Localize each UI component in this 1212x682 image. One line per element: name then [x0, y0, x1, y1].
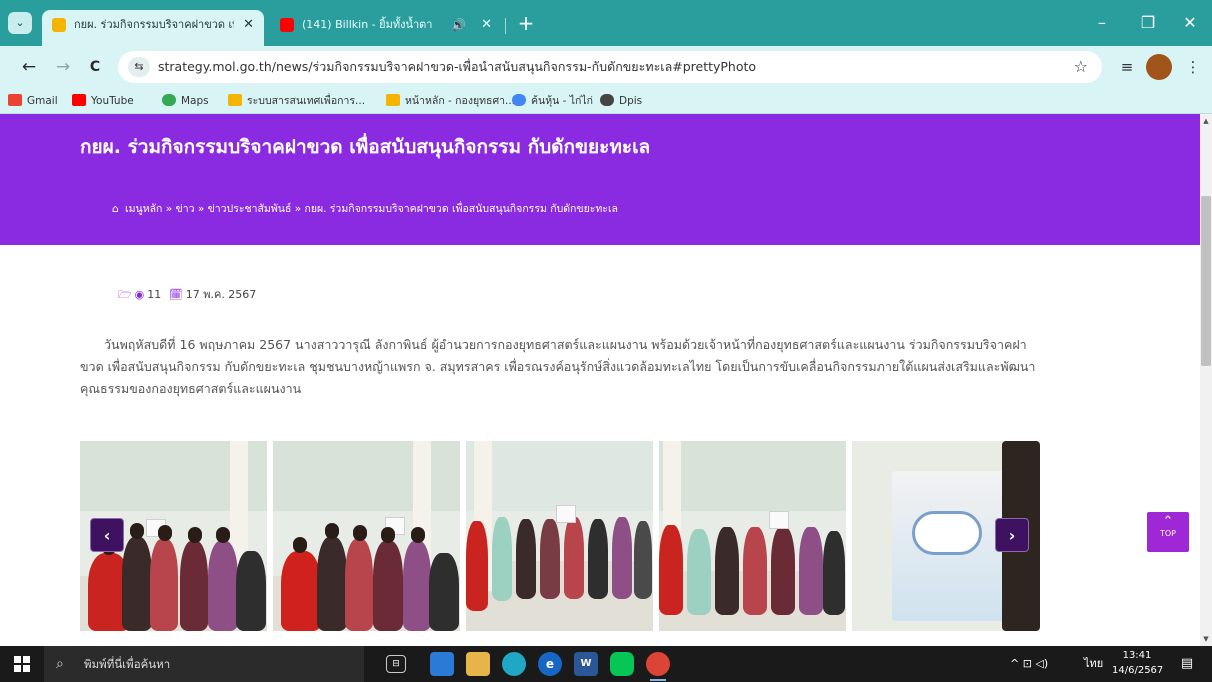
bookmark-maps[interactable]: Maps	[162, 88, 209, 114]
scroll-down-arrow[interactable]: ▼	[1200, 632, 1212, 646]
taskbar-search-box[interactable]: ⌕ พิมพ์ที่นี่เพื่อค้นหา	[44, 646, 364, 682]
breadcrumb: ⌂ เมนูหลัก » ข่าว » ข่าวประชาสัมพันธ์ » …	[112, 200, 618, 217]
back-button[interactable]: ←	[16, 54, 42, 80]
tab-youtube[interactable]: (141) Billkin - ยิ้มทั้งน้ำตา (Alo 🔊 ✕	[270, 10, 502, 40]
chrome-icon[interactable]	[646, 652, 670, 681]
site-icon	[386, 94, 400, 106]
scroll-up-arrow[interactable]: ▲	[1200, 114, 1212, 128]
view-count: 11	[147, 288, 162, 301]
page-title: กยผ. ร่วมกิจกรรมบริจาคฝาขวด เพื่อสนับสนุ…	[80, 136, 651, 158]
internet-explorer-icon[interactable]: e	[538, 652, 562, 676]
chevron-up-icon: ⌃	[1162, 514, 1174, 529]
browser-tab-bar: ⌄ กยผ. ร่วมกิจกรรมบริจาคฝาขวด เพื่อ ✕ (1…	[0, 0, 1212, 46]
maps-icon	[162, 94, 176, 106]
post-meta: 🗁 ◉ 11 🗓 17 พ.ค. 2567	[118, 285, 256, 305]
bookmark-dpis[interactable]: Dpis	[600, 88, 642, 114]
taskbar-search-placeholder: พิมพ์ที่นี่เพื่อค้นหา	[84, 657, 171, 671]
folder-icon[interactable]	[466, 652, 490, 676]
youtube-icon	[280, 18, 294, 32]
site-favicon-icon	[52, 18, 66, 32]
page-scrollbar[interactable]: ▲ ▼	[1200, 114, 1212, 646]
clock-date: 14/6/2567	[1112, 665, 1164, 676]
clock-time: 13:41	[1122, 650, 1152, 661]
bookmark-label: ระบบสารสนเทศเพื่อการ...	[247, 95, 366, 107]
article-body: วันพฤหัสบดีที่ 16 พฤษภาคม 2567 นางสาววาร…	[80, 337, 1036, 396]
url-text[interactable]: strategy.mol.go.th/news/ร่วมกิจกรรมบริจา…	[158, 51, 756, 83]
bookmark-site-1[interactable]: ระบบสารสนเทศเพื่อการ...	[228, 88, 365, 114]
browser-toolbar: ← → C ⇆ strategy.mol.go.th/news/ร่วมกิจก…	[0, 46, 1212, 88]
gallery-photo[interactable]	[466, 441, 653, 631]
browser-menu-icon[interactable]: ⋮	[1180, 54, 1206, 80]
tab-title: กยผ. ร่วมกิจกรรมบริจาคฝาขวด เพื่อ	[74, 18, 234, 31]
bookmark-label: YouTube	[91, 95, 134, 107]
bookmark-label: Dpis	[619, 95, 643, 107]
word-icon[interactable]: W	[574, 652, 598, 676]
site-icon	[228, 94, 242, 106]
back-to-top-button[interactable]: ⌃ TOP	[1147, 512, 1189, 552]
reload-button[interactable]: C	[82, 54, 108, 80]
bookmark-label: หน้าหลัก - กองยุทธศา...	[405, 95, 516, 107]
calendar-icon: 🗓	[168, 288, 183, 301]
restore-button[interactable]: ❐	[1128, 8, 1168, 38]
back-to-top-label: TOP	[1159, 529, 1176, 538]
tab-search-button[interactable]: ⌄	[8, 12, 32, 34]
bookmark-site-3[interactable]: ค้นหุ้น - ไก่ไก่	[512, 88, 593, 114]
notification-icon[interactable]: ▤	[1176, 654, 1198, 674]
page-header-banner: กยผ. ร่วมกิจกรรมบริจาคฝาขวด เพื่อสนับสนุ…	[0, 114, 1200, 245]
tab-title: (141) Billkin - ยิ้มทั้งน้ำตา (Alo	[302, 18, 432, 31]
file-explorer-icon[interactable]	[430, 652, 454, 676]
scrollbar-thumb[interactable]	[1201, 196, 1211, 366]
bookmark-label: Gmail	[27, 95, 58, 107]
home-icon[interactable]: ⌂	[112, 203, 119, 215]
views-icon: ◉	[134, 288, 145, 301]
new-tab-button[interactable]: +	[514, 12, 538, 36]
bookmark-youtube[interactable]: YouTube	[72, 88, 134, 114]
task-view-icon[interactable]: ⊟	[386, 655, 406, 673]
gallery-prev-button[interactable]: ‹	[90, 518, 124, 552]
edge-icon[interactable]	[502, 652, 526, 676]
language-indicator[interactable]: ไทย	[1084, 646, 1103, 682]
taskbar: ⌕ พิมพ์ที่นี่เพื่อค้นหา ⊟ e W ^ ⊡ ◁) ไทย…	[0, 646, 1212, 682]
tab-active[interactable]: กยผ. ร่วมกิจกรรมบริจาคฝาขวด เพื่อ ✕	[42, 10, 264, 46]
tab-close-icon[interactable]: ✕	[481, 10, 492, 40]
globe-icon	[600, 94, 614, 106]
close-window-button[interactable]: ✕	[1170, 8, 1210, 38]
tab-separator	[505, 18, 506, 34]
site-info-icon[interactable]: ⇆	[128, 57, 150, 77]
reading-list-icon[interactable]: ≡	[1114, 54, 1140, 80]
gmail-icon	[8, 94, 22, 106]
folder-icon: 🗁	[118, 288, 132, 301]
bookmarks-bar: Gmail YouTube Maps ระบบสารสนเทศเพื่อการ.…	[0, 88, 1212, 114]
bookmark-gmail[interactable]: Gmail	[8, 88, 58, 114]
photo-gallery	[80, 441, 1040, 631]
breadcrumb-text[interactable]: เมนูหลัก » ข่าว » ข่าวประชาสัมพันธ์ » กย…	[125, 203, 618, 215]
bookmark-label: ค้นหุ้น - ไก่ไก่	[531, 95, 594, 107]
speaker-icon[interactable]: 🔊	[451, 10, 466, 40]
globe-icon	[512, 94, 526, 106]
forward-button[interactable]: →	[50, 54, 76, 80]
bookmark-label: Maps	[181, 95, 209, 107]
profile-avatar[interactable]	[1146, 54, 1172, 80]
gallery-photo[interactable]	[659, 441, 846, 631]
gallery-next-button[interactable]: ›	[995, 518, 1029, 552]
search-icon: ⌕	[56, 656, 64, 672]
address-bar[interactable]: ⇆ strategy.mol.go.th/news/ร่วมกิจกรรมบริ…	[118, 51, 1102, 83]
taskbar-clock[interactable]: 13:41 14/6/2567	[1112, 648, 1164, 678]
bookmark-site-2[interactable]: หน้าหลัก - กองยุทธศา...	[386, 88, 515, 114]
windows-start-icon[interactable]	[14, 656, 30, 672]
bookmark-star-icon[interactable]: ☆	[1074, 51, 1088, 83]
minimize-button[interactable]: –	[1082, 8, 1122, 38]
system-tray-icons[interactable]: ^ ⊡ ◁)	[1010, 646, 1048, 682]
gallery-photo[interactable]	[273, 441, 460, 631]
youtube-icon	[72, 94, 86, 106]
tab-close-icon[interactable]: ✕	[243, 10, 254, 40]
page-viewport: กยผ. ร่วมกิจกรรมบริจาคฝาขวด เพื่อสนับสนุ…	[0, 114, 1200, 646]
post-date: 17 พ.ค. 2567	[185, 288, 257, 301]
line-icon[interactable]	[610, 652, 634, 676]
